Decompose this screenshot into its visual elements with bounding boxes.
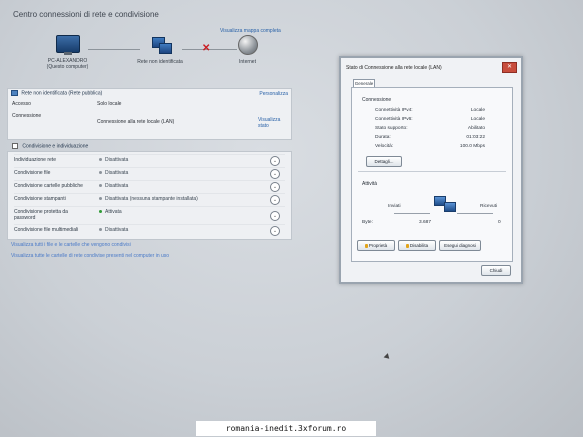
- close-button[interactable]: ✕: [502, 62, 517, 73]
- network-node[interactable]: Rete non identificata: [125, 37, 195, 65]
- status-dot-icon: [99, 184, 102, 188]
- bytes-label: Byte:: [362, 220, 373, 225]
- status-dot-icon: [99, 228, 102, 232]
- sharing-title: Condivisione e individuazione: [12, 143, 88, 149]
- dialog-divider: [358, 171, 506, 172]
- chevron-down-icon[interactable]: ⌄: [270, 211, 280, 221]
- speed-value: 100.0 Mbps: [459, 144, 485, 149]
- sharing-row-file-sharing[interactable]: Condivisione file Disattivata ⌄: [14, 167, 285, 179]
- access-label: Accesso: [12, 101, 31, 107]
- status-dot-icon: [99, 171, 102, 175]
- sharing-row-password-protection[interactable]: Condivisione protetta da password Attiva…: [14, 206, 285, 222]
- speed-label: Velocità:: [375, 144, 394, 149]
- bytes-received-value: 0: [498, 220, 501, 225]
- network-panel-title: Rete non identificata (Rete pubblica): [11, 90, 102, 96]
- network-type-icon: [11, 90, 18, 96]
- sharing-row-public-folders[interactable]: Condivisione cartelle pubbliche Disattiv…: [14, 180, 285, 192]
- ipv6-value: Locale: [470, 117, 485, 122]
- computer-node[interactable]: PC-ALEXANDRO (Questo computer): [40, 35, 95, 70]
- sharing-toggle-icon[interactable]: [12, 143, 18, 149]
- activity-group-title: Attività: [362, 181, 378, 187]
- shield-icon: [405, 243, 409, 248]
- ipv4-label: Connettività IPv4:: [375, 108, 413, 113]
- window-title: Centro connessioni di rete e condivision…: [13, 10, 159, 19]
- connection-label: Connessione: [12, 113, 42, 119]
- received-activity-line: [457, 213, 493, 214]
- received-label: Ricevuti: [480, 204, 498, 209]
- sharing-row-value: Attivata: [105, 209, 122, 215]
- dialog-tab-panel: Connessione Connettività IPv4: Locale Co…: [351, 87, 513, 262]
- network-info-panel: Rete non identificata (Rete pubblica) Pe…: [7, 88, 292, 140]
- sharing-row-network-discovery[interactable]: Individuazione rete Disattivata ⌄: [14, 154, 285, 166]
- chevron-down-icon[interactable]: ⌄: [270, 156, 280, 166]
- customize-link[interactable]: Personalizza: [259, 91, 288, 97]
- bytes-sent-value: 3.687: [419, 220, 432, 225]
- access-value: Solo locale: [97, 101, 122, 107]
- sharing-row-label: Individuazione rete: [14, 157, 56, 163]
- ipv6-label: Connettività IPv6:: [375, 117, 413, 122]
- chevron-down-icon[interactable]: ⌄: [270, 182, 280, 192]
- sent-label: Inviati: [388, 204, 401, 209]
- internet-globe-icon: [237, 35, 258, 55]
- chevron-down-icon[interactable]: ⌄: [270, 195, 280, 205]
- status-dot-icon: [99, 210, 102, 214]
- sharing-row-label: Condivisione stampanti: [14, 196, 66, 202]
- duration-value: 01:03:22: [466, 135, 485, 140]
- network-map: PC-ALEXANDRO (Questo computer) Rete non …: [40, 35, 280, 80]
- watermark: romania-inedit.3xforum.ro: [196, 421, 376, 436]
- status-dot-icon: [99, 158, 102, 162]
- view-shared-files-link[interactable]: Visualizza tutti i file e le cartelle ch…: [11, 242, 131, 248]
- sharing-row-printers[interactable]: Condivisione stampanti Disattivata (ness…: [14, 193, 285, 205]
- sharing-row-value: Disattivata: [105, 170, 129, 176]
- view-full-map-link[interactable]: Visualizza mappa completa: [220, 28, 281, 34]
- chevron-down-icon[interactable]: ⌄: [270, 226, 280, 236]
- sharing-row-value: Disattivata: [105, 183, 129, 189]
- sent-activity-line: [394, 213, 430, 214]
- computer-icon: [55, 35, 80, 55]
- view-shared-folders-link[interactable]: Visualizza tutte le cartelle di rete con…: [11, 253, 169, 259]
- sharing-row-label: Condivisione cartelle pubbliche: [14, 183, 83, 189]
- diagnose-button[interactable]: Esegui diagnosi: [439, 240, 481, 251]
- media-state-value: Abilitato: [467, 126, 485, 131]
- mouse-cursor-icon: [383, 353, 392, 361]
- duration-label: Durata:: [375, 135, 391, 140]
- dialog-title: Stato di Connessione alla rete locale (L…: [346, 65, 442, 71]
- sharing-row-value: Disattivata: [105, 157, 129, 163]
- connection-error-icon: ✕: [202, 43, 211, 54]
- ipv4-value: Locale: [470, 108, 485, 113]
- chevron-down-icon[interactable]: ⌄: [270, 169, 280, 179]
- sharing-row-label: Condivisione file: [14, 170, 51, 176]
- close-dialog-button[interactable]: Chiudi: [481, 265, 511, 276]
- shield-icon: [364, 243, 368, 248]
- media-state-label: Stato supporto:: [375, 126, 408, 131]
- sharing-row-value: Disattivata (nessuna stampante installat…: [105, 196, 198, 202]
- sharing-row-media-sharing[interactable]: Condivisione file multimediali Disattiva…: [14, 224, 285, 236]
- view-status-link[interactable]: Visualizza stato: [258, 117, 286, 129]
- details-button[interactable]: Dettagli...: [366, 156, 402, 167]
- internet-label: Internet: [239, 59, 256, 65]
- connection-status-dialog: Stato di Connessione alla rete locale (L…: [339, 56, 523, 284]
- sharing-panel: Individuazione rete Disattivata ⌄ Condiv…: [7, 151, 292, 240]
- status-dot-icon: [99, 197, 102, 201]
- computer-subtitle: (Questo computer): [46, 64, 89, 70]
- connection-value: Connessione alla rete locale (LAN): [97, 119, 175, 125]
- internet-node[interactable]: Internet: [230, 35, 265, 65]
- properties-button[interactable]: Proprietà: [357, 240, 395, 251]
- connection-group-title: Connessione: [362, 97, 392, 103]
- sharing-row-label: Condivisione protetta da password: [14, 209, 68, 221]
- disable-button[interactable]: Disabilita: [398, 240, 436, 251]
- network-icon: [147, 37, 173, 55]
- network-name: Rete non identificata: [137, 59, 183, 65]
- network-activity-icon: [434, 196, 456, 212]
- sharing-row-value: Disattivata: [105, 227, 129, 233]
- sharing-row-label: Condivisione file multimediali: [14, 227, 79, 233]
